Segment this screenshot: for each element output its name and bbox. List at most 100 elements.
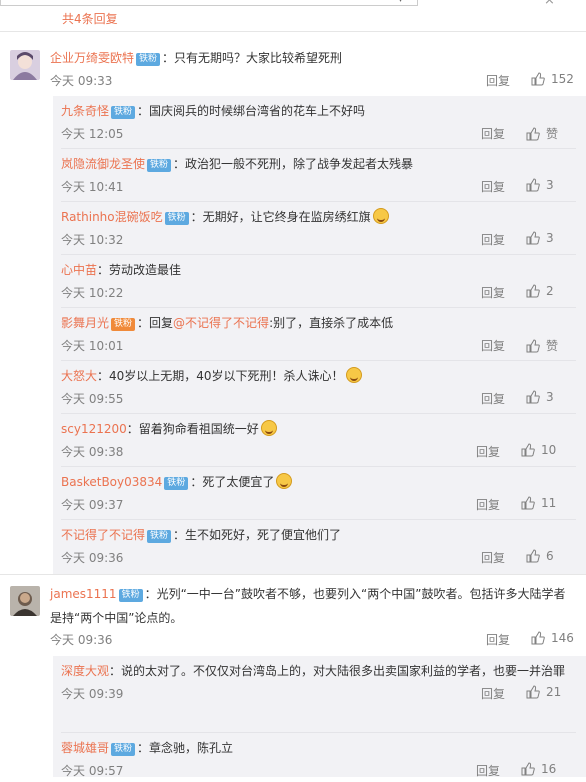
- like-button[interactable]: 152: [531, 72, 574, 86]
- like-count: 11: [541, 496, 557, 510]
- like-button[interactable]: 21: [526, 685, 561, 699]
- username[interactable]: 大怒大: [61, 369, 97, 383]
- reply-button[interactable]: 回复: [481, 549, 505, 566]
- mention-link[interactable]: @不记得了不记得: [173, 316, 269, 330]
- username[interactable]: Rathinho混碗饭吃: [61, 210, 163, 224]
- reply-item: 大怒大：40岁以上无期，40岁以下死刑！杀人诛心！ 今天 09:55 回复 3: [61, 364, 576, 410]
- username[interactable]: james1111: [50, 587, 117, 601]
- timestamp: 今天 09:33: [50, 74, 113, 88]
- timestamp: 今天 09:36: [50, 633, 113, 647]
- reply-button[interactable]: 回复: [481, 125, 505, 142]
- reply-text: :别了，直接杀了成本低: [269, 316, 394, 330]
- like-count: 2: [546, 284, 554, 298]
- username[interactable]: 心中苗: [61, 263, 97, 277]
- reply-item: scy121200：留着狗命看祖国统一好 今天 09:38 回复 10: [61, 417, 576, 463]
- reply-prefix: ：回复: [137, 316, 174, 330]
- reply-button[interactable]: 回复: [481, 284, 505, 301]
- reply-text: ：生不如死好，死了便宜他们了: [173, 528, 342, 542]
- top-bar: ▾ × 共4条回复: [0, 0, 586, 30]
- close-icon[interactable]: ×: [544, 0, 555, 8]
- timestamp: 今天 10:01: [61, 339, 124, 353]
- timestamp: 今天 10:41: [61, 180, 124, 194]
- reply-button[interactable]: 回复: [476, 443, 500, 460]
- like-button[interactable]: 赞: [526, 125, 558, 142]
- username[interactable]: 岚隐流御龙圣使: [61, 157, 145, 171]
- reply-button[interactable]: 回复: [476, 762, 500, 779]
- divider: [61, 413, 576, 414]
- thumbs-up-icon: [526, 231, 540, 245]
- reply-text: ：留着狗命看祖国统一好: [126, 422, 259, 436]
- like-button[interactable]: 146: [531, 631, 574, 645]
- divider: [61, 466, 576, 467]
- thumbs-up-icon: [531, 72, 545, 86]
- reply-item: 影舞月光 铁粉 ：回复@不记得了不记得:别了，直接杀了成本低 今天 10:01 回复 赞: [61, 311, 576, 357]
- username[interactable]: 九条奇怪: [61, 104, 109, 118]
- like-count: 3: [546, 178, 554, 192]
- reply-button[interactable]: 回复: [481, 178, 505, 195]
- reply-button[interactable]: 回复: [486, 72, 510, 89]
- like-button[interactable]: 2: [526, 284, 554, 298]
- like-count: 152: [551, 72, 574, 86]
- reply-item: 心中苗：劳动改造最佳 今天 10:22 回复 2: [61, 258, 576, 304]
- search-box[interactable]: [0, 0, 418, 6]
- username[interactable]: BasketBoy03834: [61, 475, 162, 489]
- fan-badge: 铁粉: [164, 212, 189, 225]
- like-button[interactable]: 10: [521, 443, 556, 457]
- chevron-down-icon[interactable]: ▾: [398, 0, 403, 5]
- fan-badge: 铁粉: [147, 159, 172, 172]
- timestamp: 今天 09:36: [61, 551, 124, 565]
- thumbs-up-icon: [526, 339, 540, 353]
- like-button[interactable]: 赞: [526, 337, 558, 354]
- reply-item: 蓉城雄哥 铁粉 ：章念驰，陈孔立 今天 09:57 回复 16: [61, 736, 576, 782]
- comment-text: james1111 铁粉 ：光列“一中一台”鼓吹者不够，也要列入“两个中国”鼓吹者。…: [50, 582, 574, 630]
- timestamp: 今天 10:32: [61, 233, 124, 247]
- reply-button[interactable]: 回复: [486, 631, 510, 648]
- reply-button[interactable]: 回复: [481, 390, 505, 407]
- thumbs-up-icon: [526, 284, 540, 298]
- reply-text: ：无期好，让它终身在监房绣红旗: [190, 210, 371, 224]
- like-button[interactable]: 3: [526, 390, 554, 404]
- expand-replies-link[interactable]: 共4条回复: [62, 10, 118, 27]
- timestamp: 今天 12:05: [61, 127, 124, 141]
- username[interactable]: 影舞月光: [61, 316, 109, 330]
- like-button[interactable]: 16: [521, 762, 556, 776]
- like-button[interactable]: 11: [521, 496, 556, 510]
- reply-item: 九条奇怪 铁粉 ：国庆阅兵的时候绑台湾省的花车上不好吗 今天 12:05 回复 赞: [61, 99, 576, 145]
- reply-button[interactable]: 回复: [476, 496, 500, 513]
- timestamp: 今天 09:39: [61, 687, 124, 701]
- reply-text: ：死了太便宜了: [190, 475, 275, 489]
- reply-button[interactable]: 回复: [481, 685, 505, 702]
- reply-text: ：国庆阅兵的时候绑台湾省的花车上不好吗: [137, 104, 366, 118]
- username[interactable]: 企业万绮雯欧特: [50, 51, 134, 65]
- like-button[interactable]: 6: [526, 549, 554, 563]
- username[interactable]: scy121200: [61, 422, 127, 436]
- reply-text: ：政治犯一般不死刑，除了战争发起者太残暴: [173, 157, 414, 171]
- like-count: 赞: [546, 127, 559, 141]
- timestamp: 今天 09:55: [61, 392, 124, 406]
- reply-button[interactable]: 回复: [481, 337, 505, 354]
- username[interactable]: 深度大观: [61, 664, 109, 678]
- divider: [61, 519, 576, 520]
- reply-button[interactable]: 回复: [481, 231, 505, 248]
- username[interactable]: 蓉城雄哥: [61, 741, 109, 755]
- like-button[interactable]: 3: [526, 178, 554, 192]
- reply-item: 岚隐流御龙圣使 铁粉 ：政治犯一般不死刑，除了战争发起者太残暴 今天 10:41 回复…: [61, 152, 576, 198]
- avatar[interactable]: [10, 50, 40, 80]
- thumbs-up-icon: [521, 443, 535, 457]
- reply-text: ：劳动改造最佳: [97, 263, 182, 277]
- emoji-icon: [276, 473, 293, 489]
- like-button[interactable]: 3: [526, 231, 554, 245]
- username[interactable]: 不记得了不记得: [61, 528, 145, 542]
- divider: [61, 201, 576, 202]
- thumbs-up-icon: [526, 127, 540, 141]
- like-count: 146: [551, 631, 574, 645]
- timestamp: 今天 09:38: [61, 445, 124, 459]
- reply-list: 九条奇怪 铁粉 ：国庆阅兵的时候绑台湾省的花车上不好吗 今天 12:05 回复赞 岚隐…: [53, 96, 586, 574]
- emoji-icon: [345, 367, 362, 383]
- comment: james1111 铁粉 ：光列“一中一台”鼓吹者不够，也要列入“两个中国”鼓吹者。…: [0, 580, 586, 778]
- avatar[interactable]: [10, 586, 40, 616]
- thumbs-up-icon: [526, 390, 540, 404]
- fan-badge: 铁粉: [136, 53, 161, 66]
- thumbs-up-icon: [521, 496, 535, 510]
- like-count: 21: [546, 685, 562, 699]
